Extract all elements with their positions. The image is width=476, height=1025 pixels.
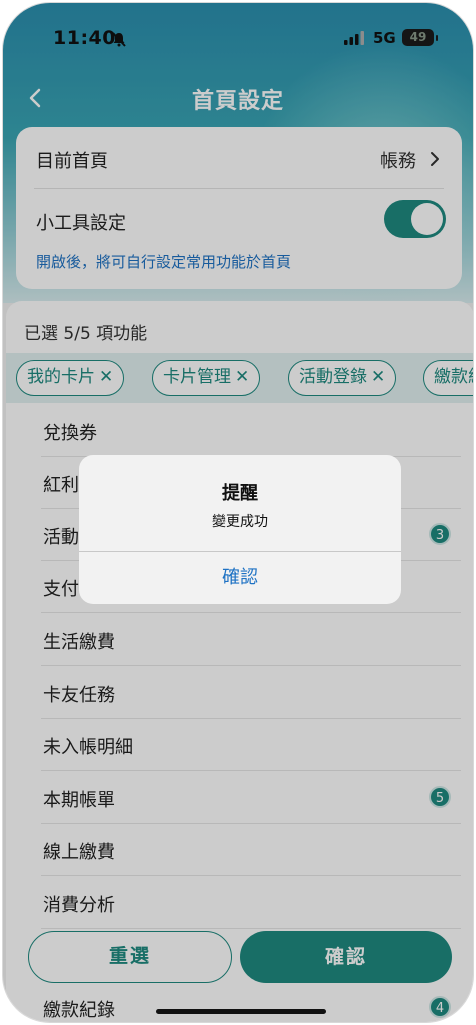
alert-title: 提醒 — [222, 483, 258, 504]
phone-screen: 11:40 5G 49 首頁設定 目前首頁 帳務 小工具設定 開啟後，將可自行設… — [2, 2, 474, 1023]
alert-confirm-button[interactable]: 確認 — [79, 552, 401, 604]
home-indicator[interactable] — [156, 1009, 326, 1014]
alert-message: 變更成功 — [212, 514, 268, 530]
alert-dialog: 提醒 變更成功 確認 — [79, 455, 401, 604]
